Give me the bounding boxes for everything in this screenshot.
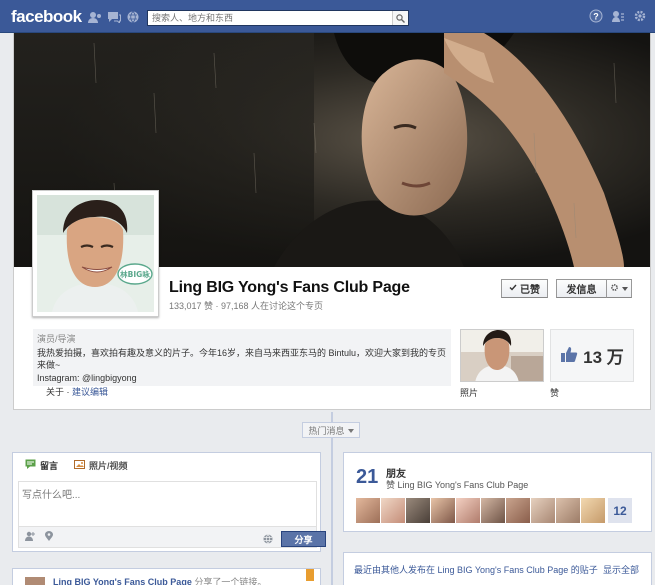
activity-log-icon[interactable] <box>611 9 625 26</box>
bookmark-icon[interactable] <box>306 569 314 581</box>
timeline-filter[interactable]: 热门消息 <box>302 422 360 438</box>
search-icon[interactable] <box>392 11 408 25</box>
settings-gear-icon[interactable] <box>633 9 647 26</box>
notification-jewels <box>88 11 140 23</box>
post-composer: 留言 照片/视频 写点什么吧... 分享 <box>12 452 326 552</box>
page-options-button[interactable] <box>606 279 632 298</box>
more-friends-count[interactable]: 12 <box>608 498 632 523</box>
photo-icon <box>74 459 86 471</box>
show-all-link[interactable]: 显示全部 <box>603 563 639 576</box>
location-pin-icon[interactable] <box>45 530 53 544</box>
friend-avatar[interactable] <box>456 498 480 523</box>
friend-avatar[interactable] <box>381 498 405 523</box>
page-stats: 133,017 赞 · 97,168 人在讨论这个专页 <box>169 301 324 311</box>
friend-avatar[interactable] <box>481 498 505 523</box>
liked-label: 已赞 <box>520 285 540 296</box>
profile-picture[interactable]: 林BIG咏 <box>32 190 159 317</box>
tab-photo-video[interactable]: 照片/视频 <box>74 459 128 472</box>
search-box <box>147 10 409 26</box>
photos-label[interactable]: 照片 <box>460 386 478 399</box>
likes-label[interactable]: 赞 <box>550 386 559 399</box>
friend-avatar[interactable] <box>581 498 605 523</box>
about-description: 我热爱拍摄，喜欢拍有趣及意义的片子。今年16岁，来自马来西亚东马的 Bintul… <box>37 348 447 370</box>
gear-icon <box>610 283 619 295</box>
message-button[interactable]: 发信息 <box>556 279 607 298</box>
tab-photo-video-label: 照片/视频 <box>89 460 128 471</box>
message-label: 发信息 <box>566 285 597 296</box>
photos-thumbnail[interactable] <box>460 329 544 382</box>
friend-avatar[interactable] <box>356 498 380 523</box>
page-title[interactable]: Ling BIG Yong's Fans Club Page <box>169 279 410 297</box>
facebook-logo[interactable]: facebook <box>11 7 82 27</box>
friend-avatar[interactable] <box>431 498 455 523</box>
post-button[interactable]: 分享 <box>281 531 326 547</box>
notifications-globe-icon[interactable] <box>126 11 140 23</box>
likes-tile[interactable]: 13 万 <box>550 329 634 382</box>
friend-strip: 12 <box>356 498 632 523</box>
about-instagram: Instagram: @lingbigyong <box>37 373 137 383</box>
top-right-controls: ? <box>589 9 647 26</box>
audience-globe-icon[interactable] <box>263 534 273 547</box>
recent-posts-link[interactable]: 最近由其他人发布在 Ling BIG Yong's Fans Club Page… <box>354 565 598 575</box>
liked-button[interactable]: 已赞 <box>501 279 548 298</box>
timeline-filter-label: 热门消息 <box>308 425 345 436</box>
svg-text:?: ? <box>593 12 599 22</box>
friend-avatar[interactable] <box>556 498 580 523</box>
friend-avatar[interactable] <box>531 498 555 523</box>
timeline-post-preview[interactable]: Ling BIG Yong's Fans Club Page 分享了一个链接。 <box>12 568 321 585</box>
thumbs-up-icon <box>560 346 578 366</box>
about-prefix[interactable]: 关于 · <box>46 387 72 397</box>
post-action: 分享了一个链接。 <box>191 577 267 585</box>
help-icon[interactable]: ? <box>589 9 603 26</box>
page-header-card: 林BIG咏 Ling BIG Yong's Fans Club Page 133… <box>13 33 651 410</box>
chevron-down-icon <box>347 425 354 435</box>
avatar[interactable] <box>25 577 45 585</box>
search-input[interactable] <box>148 11 392 25</box>
checkmark-icon <box>509 283 517 294</box>
tag-people-icon[interactable] <box>25 531 35 544</box>
top-bar: facebook ? <box>0 0 655 33</box>
recent-posts-box: 最近由其他人发布在 Ling BIG Yong's Fans Club Page… <box>343 552 652 585</box>
post-author[interactable]: Ling BIG Yong's Fans Club Page <box>53 577 192 585</box>
tab-status-label: 留言 <box>40 460 59 471</box>
status-icon <box>25 459 36 471</box>
friend-requests-icon[interactable] <box>88 11 102 23</box>
friends-box: 21 朋友 赞 Ling BIG Yong's Fans Club Page 1… <box>343 452 652 532</box>
friends-subtitle: 赞 Ling BIG Yong's Fans Club Page <box>386 480 529 490</box>
svg-text:林BIG咏: 林BIG咏 <box>120 269 150 279</box>
chevron-down-icon <box>622 283 628 294</box>
friend-avatar[interactable] <box>406 498 430 523</box>
about-links: 关于 · 建议编辑 <box>46 385 108 398</box>
composer-textarea[interactable]: 写点什么吧... <box>18 481 317 527</box>
friend-avatar[interactable] <box>506 498 530 523</box>
page-category: 演员/导演 <box>37 334 76 344</box>
composer-tabs: 留言 照片/视频 <box>13 453 320 477</box>
suggest-edits-link[interactable]: 建议编辑 <box>72 387 108 397</box>
friends-count[interactable]: 21 <box>356 466 378 489</box>
likes-count: 13 万 <box>583 348 624 367</box>
messages-icon[interactable] <box>107 11 121 23</box>
about-section: 演员/导演 我热爱拍摄，喜欢拍有趣及意义的片子。今年16岁，来自马来西亚东马的 … <box>33 329 451 386</box>
tab-status[interactable]: 留言 <box>25 459 58 472</box>
